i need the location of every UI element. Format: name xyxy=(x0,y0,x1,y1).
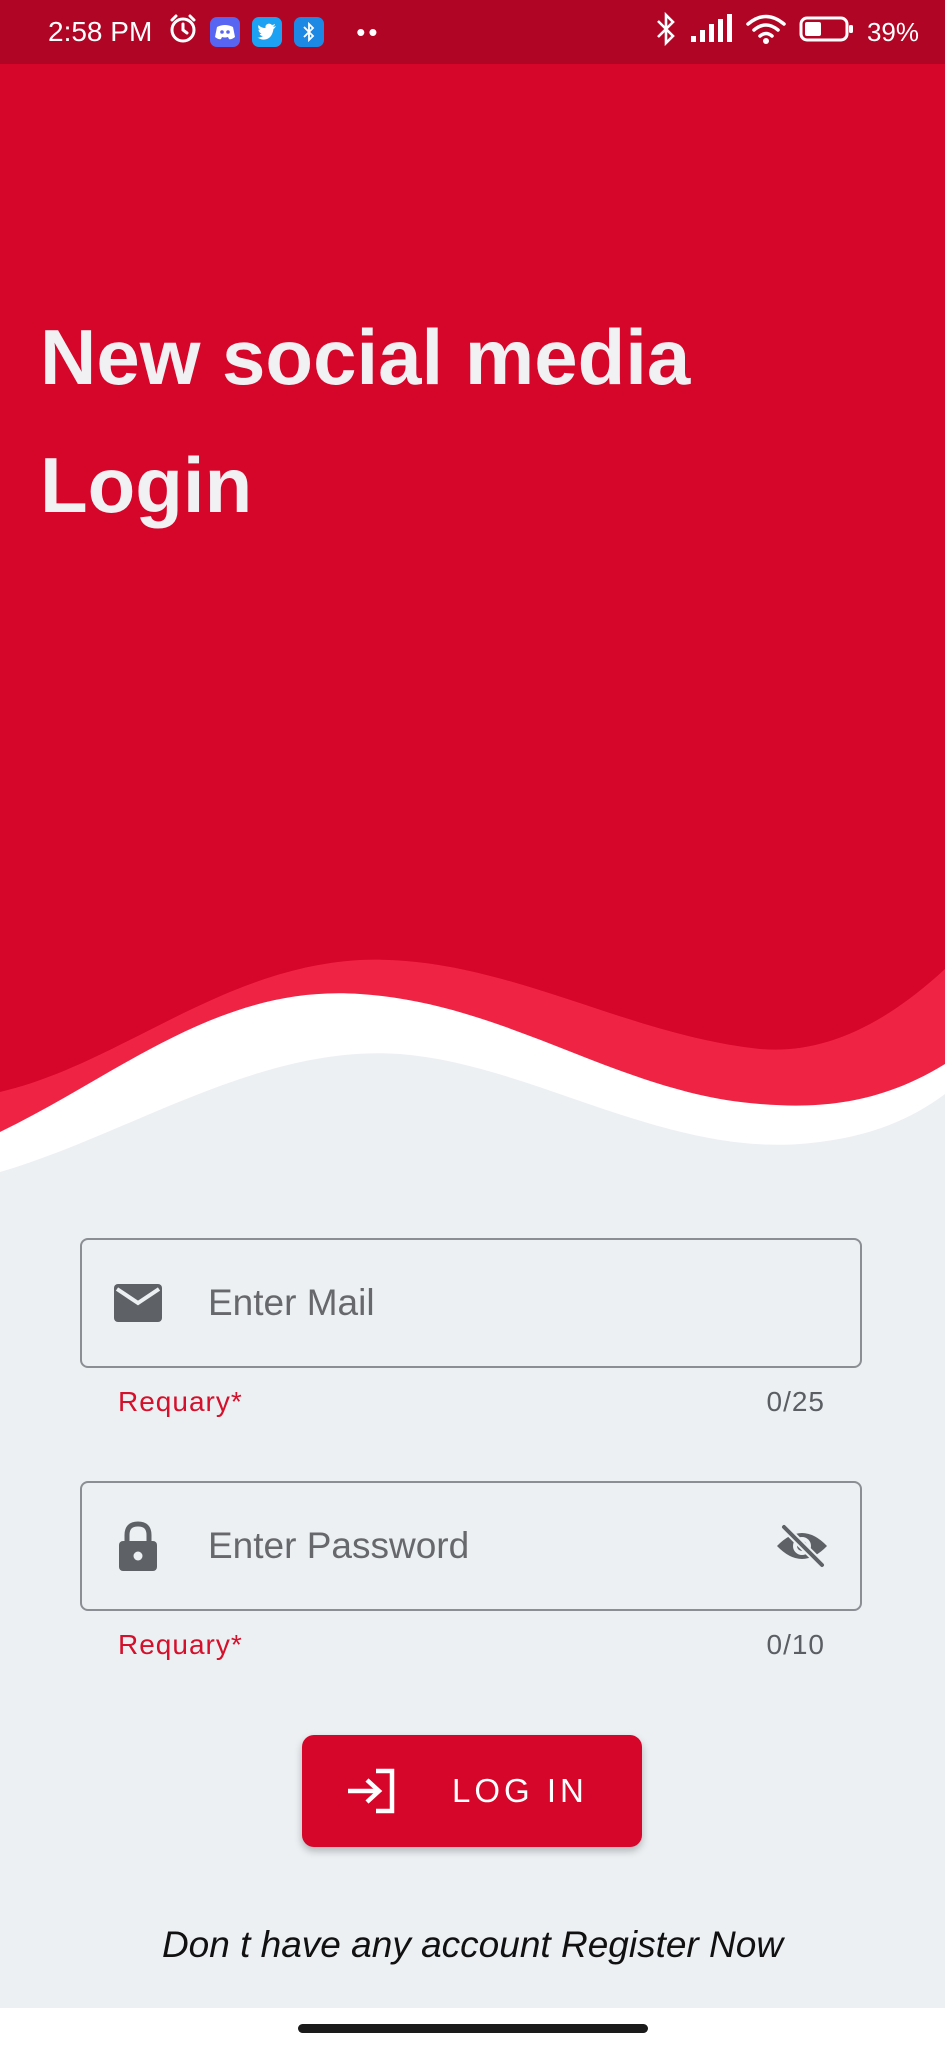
password-helper-text: Requary* xyxy=(118,1629,243,1660)
email-field[interactable] xyxy=(80,1238,862,1368)
eye-off-icon[interactable] xyxy=(772,1516,832,1576)
status-bar-left: 2:58 PM •• xyxy=(48,14,381,51)
status-time: 2:58 PM xyxy=(48,16,153,47)
password-char-counter: 0/10 xyxy=(766,1629,825,1660)
wifi-icon xyxy=(745,13,787,52)
login-icon xyxy=(344,1763,400,1819)
app-title: New social media xyxy=(40,313,691,401)
discord-icon xyxy=(210,17,241,47)
alarm-icon xyxy=(168,14,198,51)
home-gesture-handle[interactable] xyxy=(298,2024,648,2033)
password-input[interactable] xyxy=(206,1515,772,1577)
battery-icon xyxy=(799,15,855,50)
battery-percent: 39% xyxy=(866,16,919,47)
more-dots-icon: •• xyxy=(356,16,381,47)
email-helper-text: Requary* xyxy=(118,1386,243,1417)
email-input[interactable] xyxy=(206,1272,860,1334)
login-screen: 2:58 PM •• 39% New social media Login En… xyxy=(0,0,945,2048)
password-field[interactable] xyxy=(80,1481,862,1611)
status-bar-right: 39% xyxy=(655,11,919,53)
login-button-label: LOG IN xyxy=(452,1772,588,1809)
register-link[interactable]: Don t have any account Register Now xyxy=(0,1924,945,1966)
twitter-icon xyxy=(252,17,283,47)
login-button[interactable]: LOG IN xyxy=(302,1735,642,1847)
lock-icon xyxy=(112,1520,164,1572)
status-bar: 2:58 PM •• 39% xyxy=(0,0,945,64)
signal-icon xyxy=(689,13,733,51)
header-wave-background xyxy=(0,64,945,1172)
mail-icon xyxy=(112,1277,164,1329)
page-title: Login xyxy=(40,441,253,529)
bluetooth-icon xyxy=(655,11,677,53)
email-char-counter: 0/25 xyxy=(766,1386,825,1417)
bluetooth-app-icon xyxy=(294,17,325,47)
